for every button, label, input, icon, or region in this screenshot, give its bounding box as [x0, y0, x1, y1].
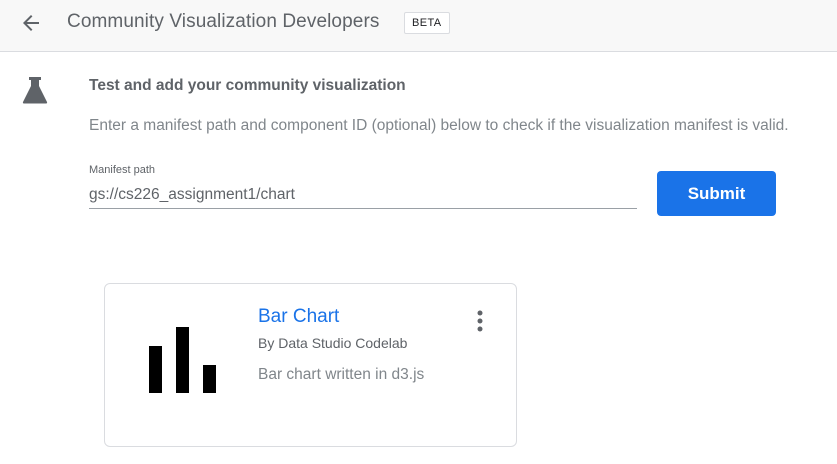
manifest-path-label: Manifest path: [89, 164, 156, 176]
card-title[interactable]: Bar Chart: [258, 306, 339, 328]
bar-chart-icon: [149, 327, 216, 393]
submit-button[interactable]: Submit: [657, 171, 776, 216]
section-description: Enter a manifest path and component ID (…: [89, 117, 789, 134]
beta-badge: BETA: [404, 12, 450, 34]
more-vert-icon: [477, 310, 483, 332]
app-header: Community Visualization Developers BETA: [0, 0, 837, 52]
page-title: Community Visualization Developers: [67, 11, 380, 32]
arrow-back-icon: [23, 15, 39, 31]
card-description: Bar chart written in d3.js: [258, 366, 425, 383]
card-menu-button[interactable]: [467, 308, 493, 334]
flask-icon: [22, 77, 48, 104]
card-author: By Data Studio Codelab: [258, 335, 408, 351]
back-button[interactable]: [14, 8, 48, 38]
manifest-path-input[interactable]: [89, 181, 637, 209]
section-title: Test and add your community visualizatio…: [89, 77, 406, 94]
visualization-card[interactable]: Bar Chart By Data Studio Codelab Bar cha…: [104, 283, 517, 447]
